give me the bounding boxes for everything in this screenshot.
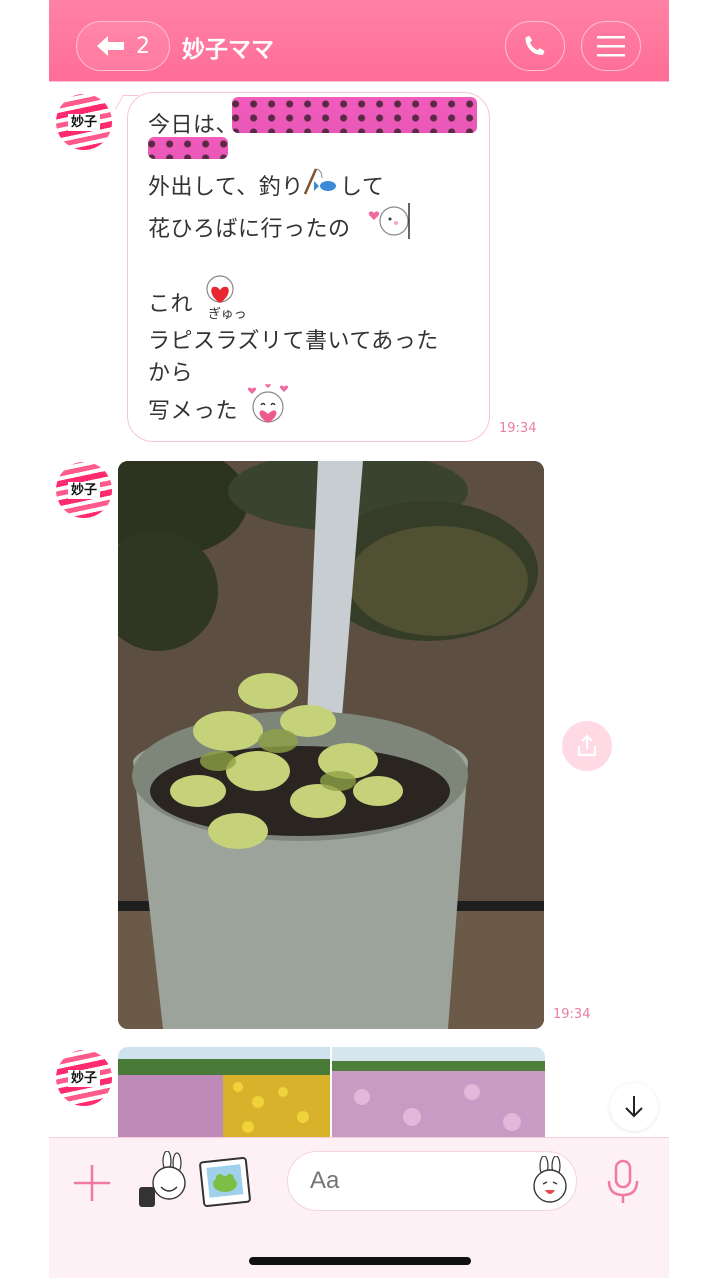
message-time: 19:34	[499, 421, 537, 436]
back-button[interactable]: 2	[76, 21, 170, 71]
menu-button[interactable]	[581, 21, 641, 71]
phone-icon	[525, 35, 545, 55]
back-arrow-icon	[97, 36, 124, 56]
avatar[interactable]: 妙子	[56, 94, 112, 150]
emoji-sticker-button[interactable]	[525, 1155, 575, 1206]
photo-message[interactable]	[118, 461, 544, 1029]
plus-button[interactable]	[69, 1160, 115, 1206]
scroll-to-bottom-button[interactable]	[610, 1083, 658, 1131]
peek-face-emoji	[368, 203, 410, 239]
share-icon	[577, 734, 597, 757]
emoji-caption: ぎゅっ	[208, 307, 247, 322]
avatar-label: 妙子	[67, 113, 100, 131]
photo-time: 19:34	[553, 1007, 591, 1022]
home-indicator	[249, 1257, 471, 1265]
chat-title: 妙子ママ	[182, 37, 274, 63]
photo-message[interactable]	[118, 1047, 330, 1139]
fishing-emoji	[303, 168, 336, 195]
avatar-label: 妙子	[67, 1069, 100, 1087]
potted-plant-photo	[118, 461, 544, 1029]
message-line: 外出して、釣り	[148, 175, 304, 200]
message-line: ラピスラズリて書いてあった	[148, 329, 439, 354]
sticker-icon	[139, 1150, 186, 1207]
sticker-button[interactable]	[133, 1150, 189, 1211]
avatar[interactable]: 妙子	[56, 1050, 112, 1106]
menu-icon	[597, 36, 625, 57]
message-line: 写メった	[148, 399, 239, 424]
message-line: から	[148, 361, 194, 386]
share-button[interactable]	[562, 721, 612, 771]
message-bubble[interactable]: 今日は、 外出して、釣り して 花ひろばに行ったの これ ぎゅっ ラピスラズリて…	[127, 92, 490, 442]
message-input-bar	[49, 1137, 669, 1278]
unread-count: 2	[136, 33, 150, 59]
redaction-mark	[148, 137, 228, 159]
mic-icon	[607, 1159, 639, 1203]
redaction-mark	[232, 97, 477, 133]
message-line: 今日は、	[148, 113, 239, 138]
photo-icon	[199, 1157, 251, 1207]
screen: 2 妙子ママ 妙子 今日は、 外出して、釣り して 花ひろばに行ったの これ ぎ…	[0, 0, 719, 1278]
love-face-emoji	[247, 383, 289, 423]
bunny-face-icon	[533, 1155, 567, 1203]
message-line: して	[340, 175, 385, 200]
photo-message[interactable]	[332, 1047, 545, 1139]
chat-screen: 2 妙子ママ 妙子 今日は、 外出して、釣り して 花ひろばに行ったの これ ぎ…	[49, 0, 669, 1278]
avatar[interactable]: 妙子	[56, 462, 112, 518]
chat-header: 2 妙子ママ	[49, 0, 669, 82]
plus-icon	[74, 1165, 110, 1201]
avatar-label: 妙子	[67, 481, 100, 499]
mic-button[interactable]	[603, 1157, 643, 1207]
call-button[interactable]	[505, 21, 565, 71]
photo-button[interactable]	[198, 1156, 254, 1210]
message-line: これ	[148, 292, 194, 317]
flower-field-photo	[332, 1047, 545, 1139]
flower-field-photo	[118, 1047, 330, 1139]
arrow-down-icon	[625, 1096, 643, 1118]
message-line: 花ひろばに行ったの	[148, 217, 351, 242]
